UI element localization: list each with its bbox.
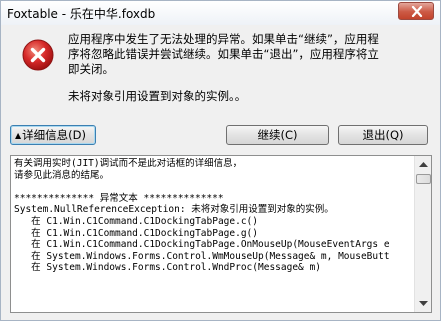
quit-button[interactable]: 退出(Q) — [338, 125, 428, 145]
title-bar[interactable]: Foxtable - 乐在中华.foxdb — [1, 1, 440, 25]
scrollbar-thumb[interactable] — [416, 174, 431, 184]
details-button-label: 详细信息(D) — [22, 128, 86, 142]
message-area: 应用程序中发生了无法处理的异常。如果单击“继续”，应用程 序将忽略此错误并尝试继… — [1, 25, 440, 115]
window-title: Foxtable - 乐在中华.foxdb — [7, 7, 156, 21]
arrow-up-icon — [419, 162, 428, 167]
error-dialog: Foxtable - 乐在中华.foxdb 应用程序中发生了无法处理的异常。如果… — [0, 0, 441, 321]
continue-button[interactable]: 继续(C) — [226, 125, 329, 145]
close-button[interactable] — [398, 2, 434, 20]
error-detail-message: 未将对象引用设置到对象的实例。。 — [68, 89, 247, 103]
expand-arrow-icon: ▲ — [15, 131, 22, 140]
close-icon — [411, 6, 423, 17]
scroll-up-button[interactable] — [415, 156, 431, 173]
details-button[interactable]: ▲详细信息(D) — [10, 125, 96, 145]
arrow-down-icon — [419, 301, 428, 306]
exception-details-textbox[interactable]: 有关调用实时(JIT)调试而不是此对话框的详细信息， 请参见此消息的结尾。 **… — [10, 155, 432, 313]
error-message: 应用程序中发生了无法处理的异常。如果单击“继续”，应用程 序将忽略此错误并尝试继… — [68, 32, 379, 76]
scroll-down-button[interactable] — [415, 295, 431, 312]
vertical-scrollbar[interactable] — [414, 156, 431, 312]
exception-details-text: 有关调用实时(JIT)调试而不是此对话框的详细信息， 请参见此消息的结尾。 **… — [14, 158, 390, 274]
error-x-icon — [22, 39, 54, 71]
